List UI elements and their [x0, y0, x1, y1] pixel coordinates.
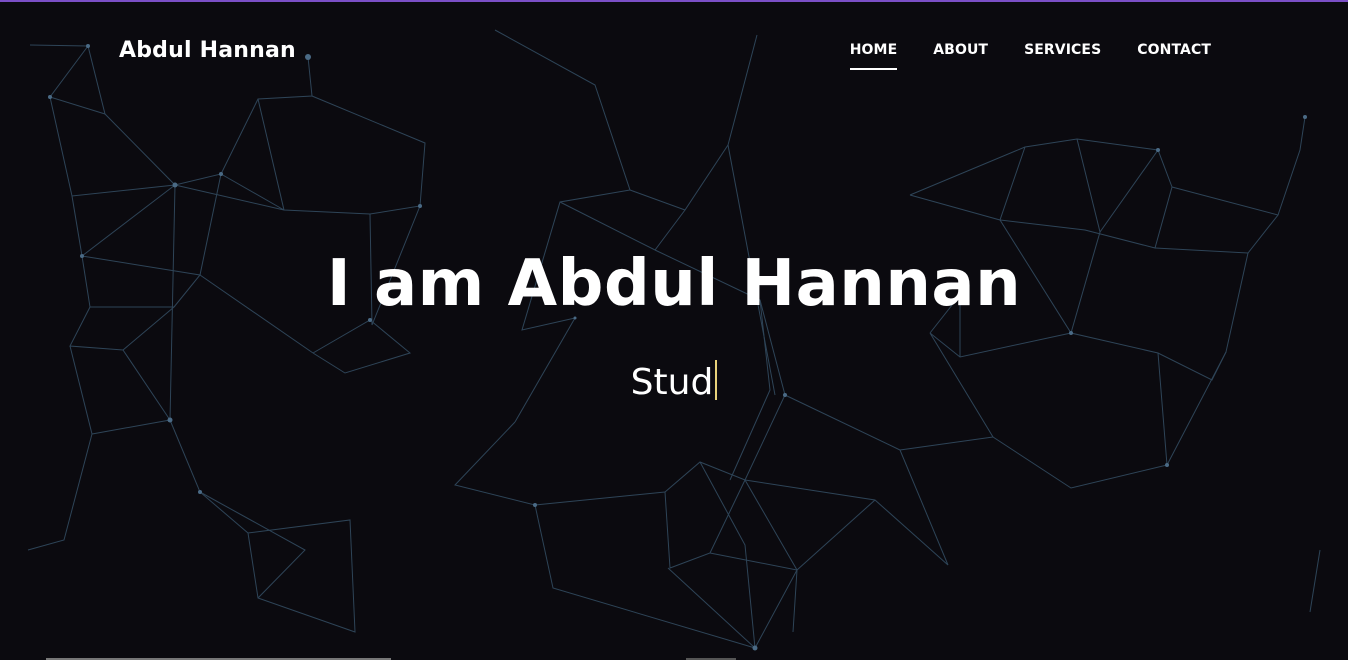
typing-cursor — [715, 360, 718, 400]
brand-logo-text[interactable]: Abdul Hannan — [119, 38, 296, 63]
nav-item-home[interactable]: HOME — [849, 42, 898, 70]
particle-network-background — [27, 29, 1321, 651]
nav-item-about[interactable]: ABOUT — [933, 42, 988, 66]
typed-text: Stud — [630, 362, 714, 403]
hero-typed-subtitle: Stud — [0, 360, 1348, 403]
nav-item-services[interactable]: SERVICES — [1024, 42, 1101, 66]
nav-item-contact[interactable]: CONTACT — [1137, 42, 1211, 66]
main-nav: HOME ABOUT SERVICES CONTACT — [814, 42, 1211, 70]
hero-title: I am Abdul Hannan — [326, 247, 1022, 321]
